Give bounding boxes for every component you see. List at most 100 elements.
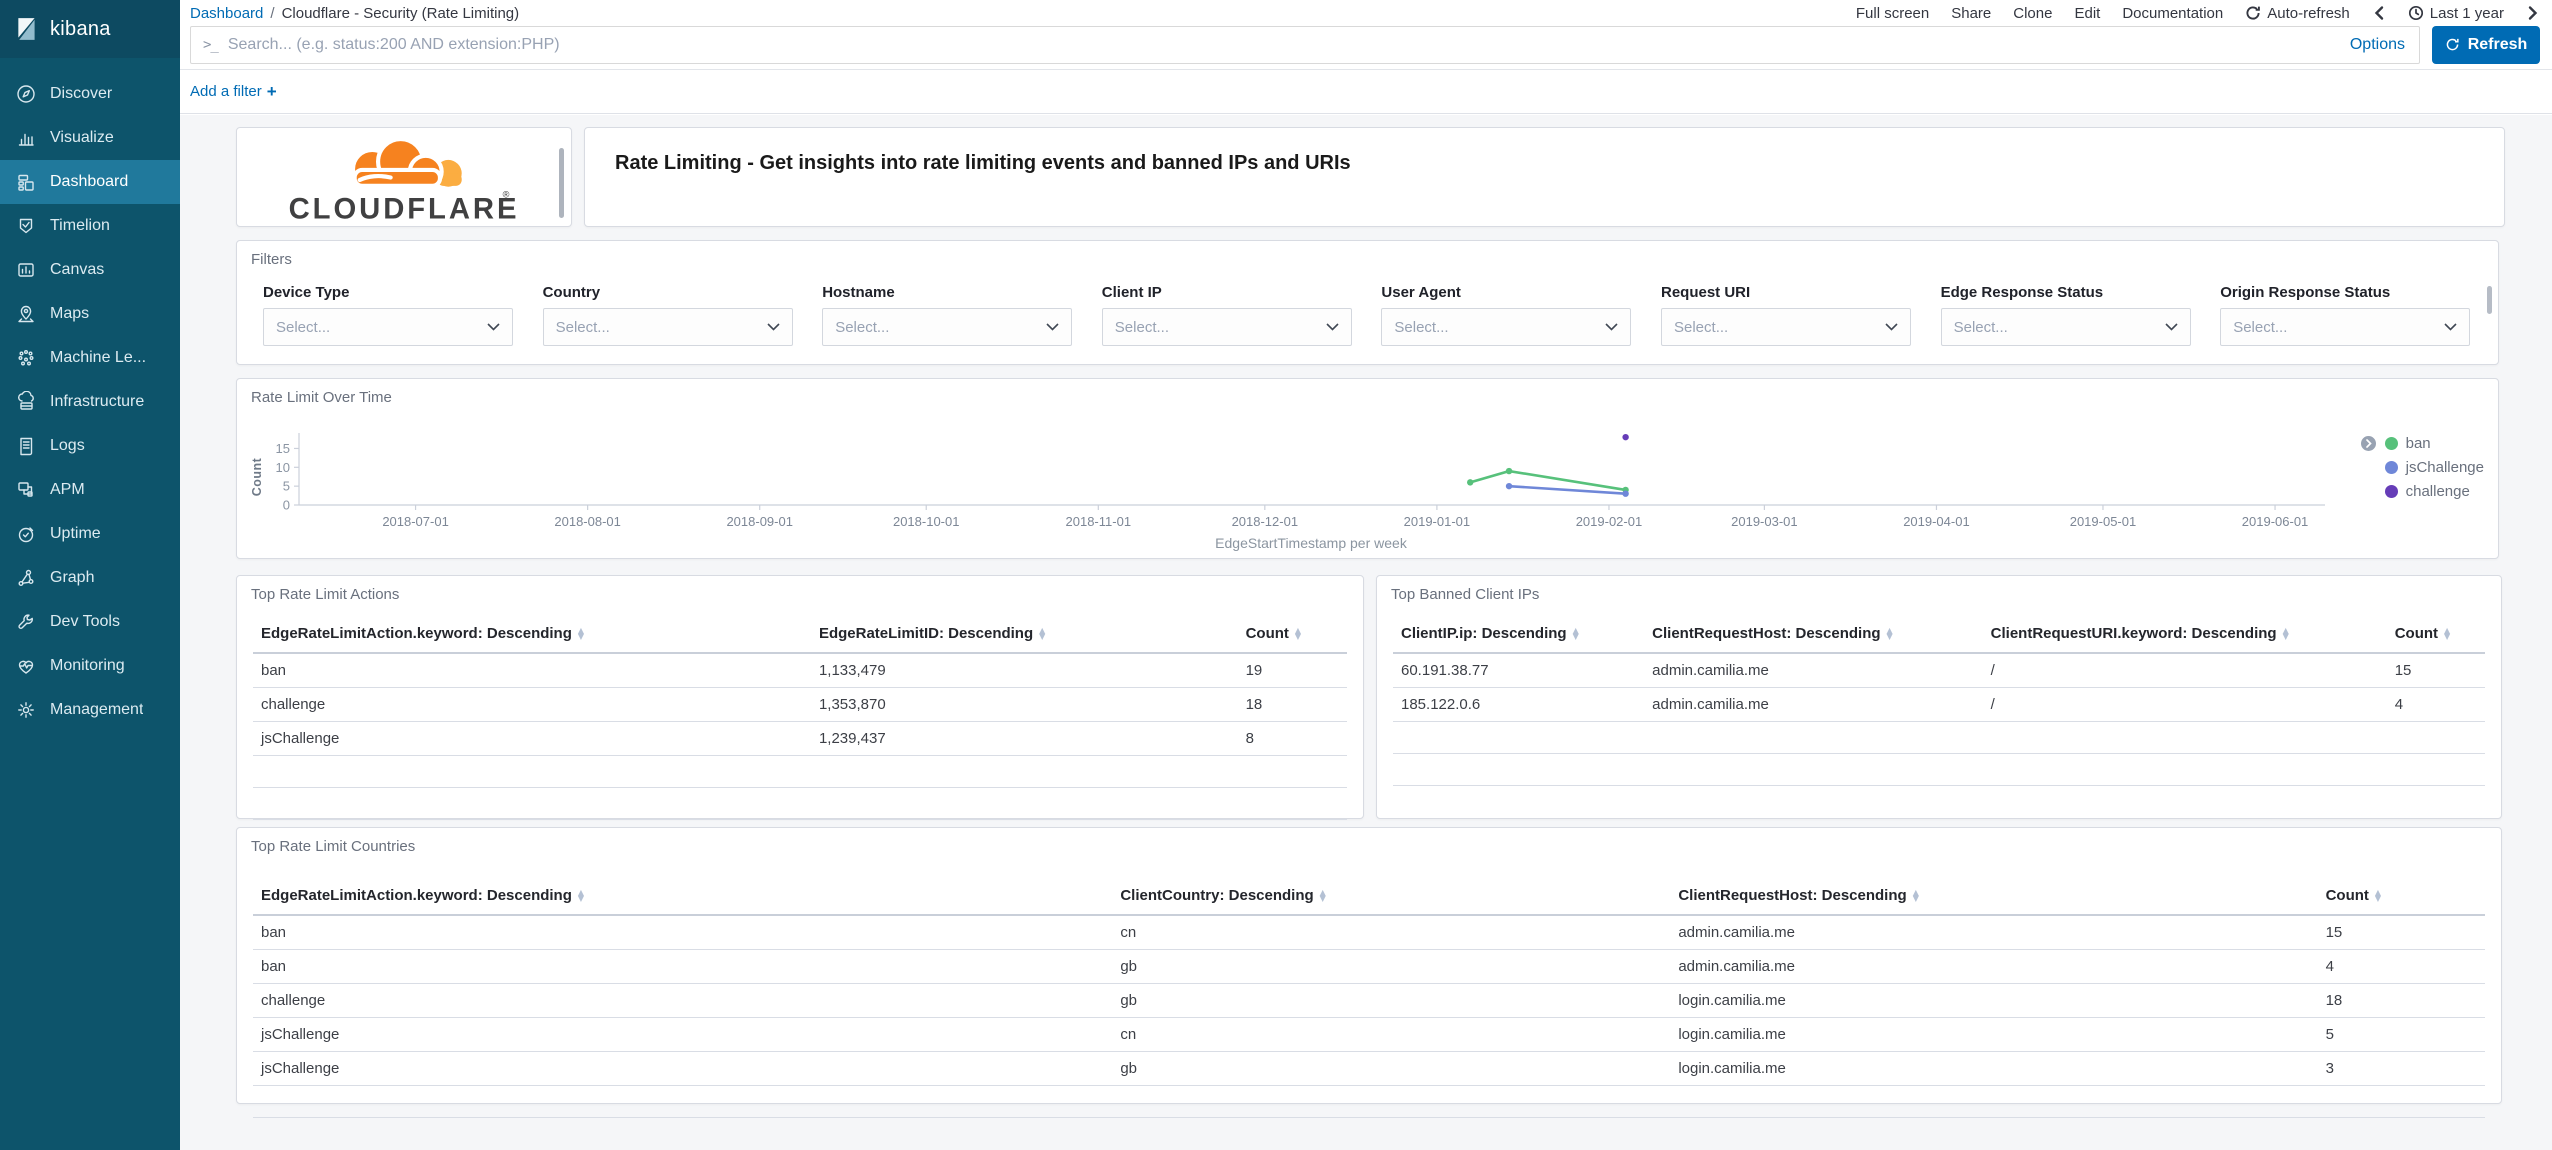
filter-select-hostname[interactable]: Select... [822,308,1073,346]
panel-scrollbar[interactable] [559,148,564,218]
column-header-clientcountry-descending[interactable]: ClientCountry: Descending ▲ ▼ [1112,877,1671,916]
top-menu-clone[interactable]: Clone [2013,5,2052,22]
table-cell: 5 [2317,1017,2485,1052]
add-filter-link[interactable]: Add a filter + [190,82,277,102]
top-menu-full-screen[interactable]: Full screen [1856,5,1929,22]
column-header-clientrequesthost-descending[interactable]: ClientRequestHost: Descending ▲ ▼ [1644,615,1983,654]
column-header-clientrequesthost-descending[interactable]: ClientRequestHost: Descending ▲ ▼ [1670,877,2318,916]
legend-item-jschallenge[interactable]: jsChallenge [2360,459,2484,476]
svg-text:2019-02-01: 2019-02-01 [1576,514,1643,529]
column-header-clientrequesturi-keyword-descending[interactable]: ClientRequestURI.keyword: Descending ▲ ▼ [1982,615,2387,654]
table-cell: 15 [2386,653,2485,688]
top-menu-documentation[interactable]: Documentation [2122,5,2223,22]
kibana-logo[interactable]: kibana [0,0,180,58]
sidebar-item-label: Management [50,701,144,718]
table-spacer-row [253,1085,2485,1118]
breadcrumb-dashboard-link[interactable]: Dashboard [190,5,263,22]
data-point-jschallenge [1505,482,1513,490]
sidebar-item-uptime[interactable]: Uptime [0,512,180,556]
column-header-clientip-ip-descending[interactable]: ClientIP.ip: Descending ▲ ▼ [1393,615,1645,654]
panel-markdown-description: Rate Limiting - Get insights into rate l… [584,127,2505,227]
filter-select-client-ip[interactable]: Select... [1101,308,1352,346]
filter-select-edge-response-status[interactable]: Select... [1940,308,2191,346]
top-menu-edit[interactable]: Edit [2074,5,2100,22]
dev-tools-icon [15,611,37,633]
options-link[interactable]: Options [2350,36,2405,54]
table-cell: 4 [2386,687,2485,722]
clock-icon [2408,5,2424,21]
select-placeholder: Select... [276,318,331,336]
filter-client-ip: Client IP Select... [1101,284,1352,346]
filter-user-agent: User Agent Select... [1381,284,1632,346]
sidebar-item-discover[interactable]: Discover [0,72,180,116]
time-back-button[interactable] [2372,5,2386,21]
top-menu-share[interactable]: Share [1951,5,1991,22]
filter-select-country[interactable]: Select... [542,308,793,346]
sidebar-item-infrastructure[interactable]: Infrastructure [0,380,180,424]
table-cell: 18 [1237,687,1347,722]
sidebar-item-label: Maps [50,305,90,322]
table-spacer-row [1393,721,2485,754]
kibana-dashboard-screen: kibana Discover Visualize Dashboard Timelio… [0,0,2552,1150]
column-header-edgeratelimitaction-keyword-descending[interactable]: EdgeRateLimitAction.keyword: Descending ▲… [253,877,1113,916]
sidebar-item-visualize[interactable]: Visualize [0,116,180,160]
sidebar-item-monitoring[interactable]: Monitoring [0,644,180,688]
column-header-count[interactable]: Count ▲ ▼ [1237,615,1347,654]
filter-select-device-type[interactable]: Select... [263,308,513,346]
table-cell: admin.camilia.me [1644,687,1983,722]
filter-origin-response-status: Origin Response Status Select... [2220,284,2471,346]
sidebar-item-maps[interactable]: Maps [0,292,180,336]
sidebar-nav: Discover Visualize Dashboard Timelion Canvas… [0,58,180,732]
table-row: jsChallenge cn login.camilia.me 5 [253,1017,2485,1052]
column-header-count[interactable]: Count ▲ ▼ [2386,615,2485,654]
sidebar-item-machine-le[interactable]: Machine Le... [0,336,180,380]
table-row: 185.122.0.6 admin.camilia.me/4 [1393,687,2485,722]
sidebar-item-graph[interactable]: Graph [0,556,180,600]
legend-item-ban[interactable]: ban [2360,435,2484,452]
filter-select-origin-response-status[interactable]: Select... [2220,308,2471,346]
sidebar-item-timelion[interactable]: Timelion [0,204,180,248]
column-header-edgeratelimitaction-keyword-descending[interactable]: EdgeRateLimitAction.keyword: Descending ▲… [253,615,811,654]
sidebar-item-management[interactable]: Management [0,688,180,732]
legend-item-challenge[interactable]: challenge [2360,483,2484,500]
panel-title: Top Banned Client IPs [1391,586,1540,603]
legend-color-dot [2384,461,2398,474]
table-cell: 185.122.0.6 [1393,687,1645,722]
filter-select-user-agent[interactable]: Select... [1381,308,1632,346]
filter-select-request-uri[interactable]: Select... [1661,308,1911,346]
column-header-count[interactable]: Count ▲ ▼ [2317,877,2485,916]
filter-request-uri: Request URI Select... [1661,284,1911,346]
top-menu: Full screen Share Clone Edit Documentation A… [1856,5,2540,22]
kibana-logo-text: kibana [50,17,111,40]
canvas-icon [15,259,37,281]
chevron-down-icon [767,318,780,336]
table-cell: ban [253,653,811,688]
search-input[interactable] [227,35,2340,54]
monitoring-icon [15,655,37,677]
sort-icon: ▲ ▼ [2444,626,2451,642]
time-picker-button[interactable]: Last 1 year [2408,5,2504,22]
search-box[interactable]: >_ Options [190,25,2420,64]
sidebar-item-label: Machine Le... [50,349,147,366]
table-cell-empty [1393,721,2485,754]
panel-title: Top Rate Limit Actions [251,586,400,603]
sidebar-item-canvas[interactable]: Canvas [0,248,180,292]
time-forward-button[interactable] [2526,5,2540,21]
sidebar-item-logs[interactable]: Logs [0,424,180,468]
auto-refresh-icon [2245,5,2261,21]
panel-scrollbar[interactable] [2487,286,2492,314]
sidebar-item-dev-tools[interactable]: Dev Tools [0,600,180,644]
column-header-edgeratelimitid-descending[interactable]: EdgeRateLimitID: Descending ▲ ▼ [810,615,1238,654]
auto-refresh-button[interactable]: Auto-refresh [2245,5,2350,22]
table-cell-empty [253,1085,2485,1118]
table-cell: ban [253,949,1113,984]
sort-icon: ▲ ▼ [2282,626,2289,642]
table-cell: 18 [2317,983,2485,1018]
svg-text:2018-09-01: 2018-09-01 [726,514,793,529]
sidebar-item-apm[interactable]: APM [0,468,180,512]
svg-text:Count: Count [250,457,264,496]
refresh-button[interactable]: Refresh [2432,25,2540,64]
legend-toggle-icon[interactable] [2360,435,2377,452]
sidebar-item-dashboard[interactable]: Dashboard [0,160,180,204]
select-placeholder: Select... [555,318,610,336]
